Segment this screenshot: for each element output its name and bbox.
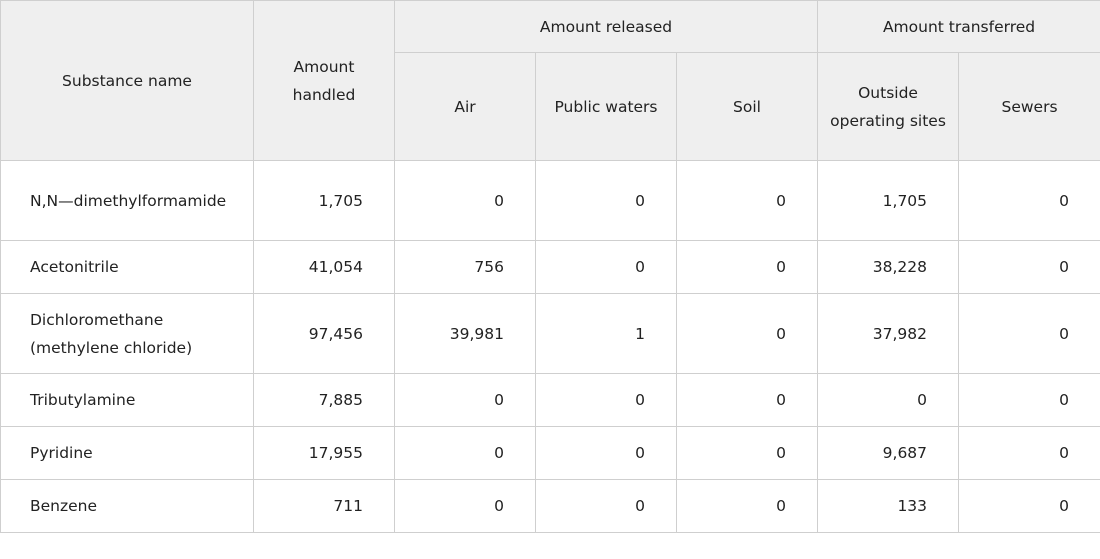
cell-substance-name: Dichloromethane (methylene chloride): [0, 293, 254, 374]
table-row: Pyridine 17,955 0 0 0 9,687 0: [0, 426, 1100, 480]
cell-soil: 0: [675, 293, 819, 374]
cell-sewers: 0: [958, 160, 1100, 241]
header-amount-released: Amount released: [393, 0, 819, 53]
header-amount-transferred: Amount transferred: [817, 0, 1100, 53]
cell-substance-name: Pyridine: [0, 426, 254, 480]
table-row: Tributylamine 7,885 0 0 0 0 0: [0, 373, 1100, 427]
header-outside-operating-sites: Outside operating sites: [817, 52, 960, 161]
cell-public-waters: 1: [535, 293, 677, 374]
cell-public-waters: 0: [535, 240, 677, 294]
table-row: Benzene 711 0 0 0 133 0: [0, 479, 1100, 533]
header-row-top: Substance name Amount handled Amount rel…: [0, 0, 1100, 161]
table-row: Acetonitrile 41,054 756 0 0 38,228 0: [0, 240, 1100, 294]
header-soil: Soil: [675, 52, 819, 161]
cell-soil: 0: [675, 426, 819, 480]
cell-air: 0: [394, 373, 536, 427]
cell-air: 39,981: [394, 293, 536, 374]
header-public-waters: Public waters: [535, 52, 677, 161]
cell-air: 0: [394, 160, 536, 241]
cell-sewers: 0: [958, 293, 1100, 374]
cell-amount-handled: 7,885: [253, 373, 395, 427]
cell-amount-handled: 97,456: [253, 293, 395, 374]
cell-soil: 0: [675, 160, 819, 241]
cell-public-waters: 0: [535, 373, 677, 427]
cell-outside-operating-sites: 38,228: [817, 240, 960, 294]
cell-substance-name: N,N—dimethylformamide: [0, 160, 254, 241]
cell-air: 0: [394, 426, 536, 480]
table-header: Substance name Amount handled Amount rel…: [0, 0, 1100, 161]
table-row: Dichloromethane (methylene chloride) 97,…: [0, 293, 1100, 374]
cell-public-waters: 0: [535, 479, 677, 533]
cell-air: 756: [394, 240, 536, 294]
cell-outside-operating-sites: 0: [817, 373, 960, 427]
header-amount-handled: Amount handled: [253, 0, 395, 161]
cell-substance-name: Acetonitrile: [0, 240, 254, 294]
cell-sewers: 0: [958, 479, 1100, 533]
cell-soil: 0: [675, 373, 819, 427]
cell-sewers: 0: [958, 240, 1100, 294]
cell-outside-operating-sites: 133: [817, 479, 960, 533]
cell-amount-handled: 41,054: [253, 240, 395, 294]
table-row: N,N—dimethylformamide 1,705 0 0 0 1,705 …: [0, 160, 1100, 241]
cell-outside-operating-sites: 37,982: [817, 293, 960, 374]
cell-sewers: 0: [958, 426, 1100, 480]
cell-outside-operating-sites: 9,687: [817, 426, 960, 480]
cell-sewers: 0: [958, 373, 1100, 427]
header-sewers: Sewers: [958, 52, 1100, 161]
cell-amount-handled: 1,705: [253, 160, 395, 241]
cell-amount-handled: 17,955: [253, 426, 395, 480]
cell-substance-name: Tributylamine: [0, 373, 254, 427]
cell-air: 0: [394, 479, 536, 533]
cell-public-waters: 0: [535, 426, 677, 480]
substance-table: Substance name Amount handled Amount rel…: [0, 0, 1100, 533]
cell-soil: 0: [675, 240, 819, 294]
cell-outside-operating-sites: 1,705: [817, 160, 960, 241]
cell-public-waters: 0: [535, 160, 677, 241]
cell-substance-name: Benzene: [0, 479, 254, 533]
cell-soil: 0: [675, 479, 819, 533]
header-air: Air: [394, 52, 536, 161]
header-substance-name: Substance name: [0, 0, 254, 161]
table-body: N,N—dimethylformamide 1,705 0 0 0 1,705 …: [0, 160, 1100, 533]
cell-amount-handled: 711: [253, 479, 395, 533]
